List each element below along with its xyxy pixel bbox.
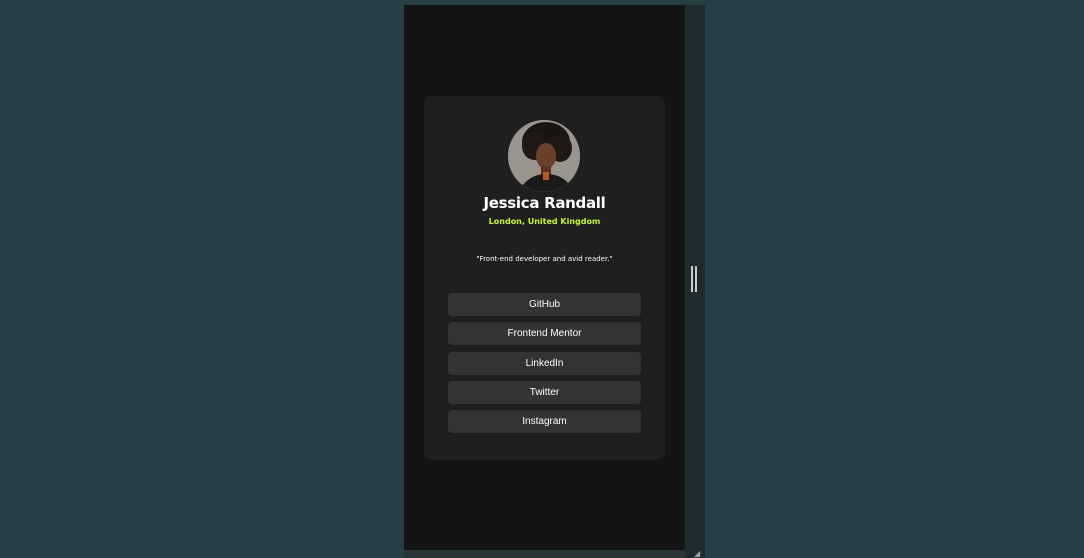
avatar	[508, 120, 580, 192]
profile-name: Jessica Randall	[483, 194, 606, 212]
twitter-link-button[interactable]: Twitter	[448, 380, 641, 404]
resize-corner-icon[interactable]: ◢	[694, 550, 702, 558]
profile-location: London, United Kingdom	[488, 217, 601, 226]
linkedin-link-button[interactable]: LinkedIn	[448, 351, 641, 375]
resize-handle[interactable]	[691, 266, 697, 292]
profile-card: Jessica Randall London, United Kingdom "…	[424, 96, 665, 460]
viewport-bottom-bar	[404, 550, 685, 558]
frontend-mentor-link-button[interactable]: Frontend Mentor	[448, 322, 641, 346]
social-links: GitHub Frontend Mentor LinkedIn Twitter …	[448, 293, 641, 439]
instagram-link-button[interactable]: Instagram	[448, 410, 641, 434]
avatar-image	[508, 120, 580, 192]
github-link-button[interactable]: GitHub	[448, 293, 641, 316]
profile-bio: "Front-end developer and avid reader."	[476, 255, 613, 263]
